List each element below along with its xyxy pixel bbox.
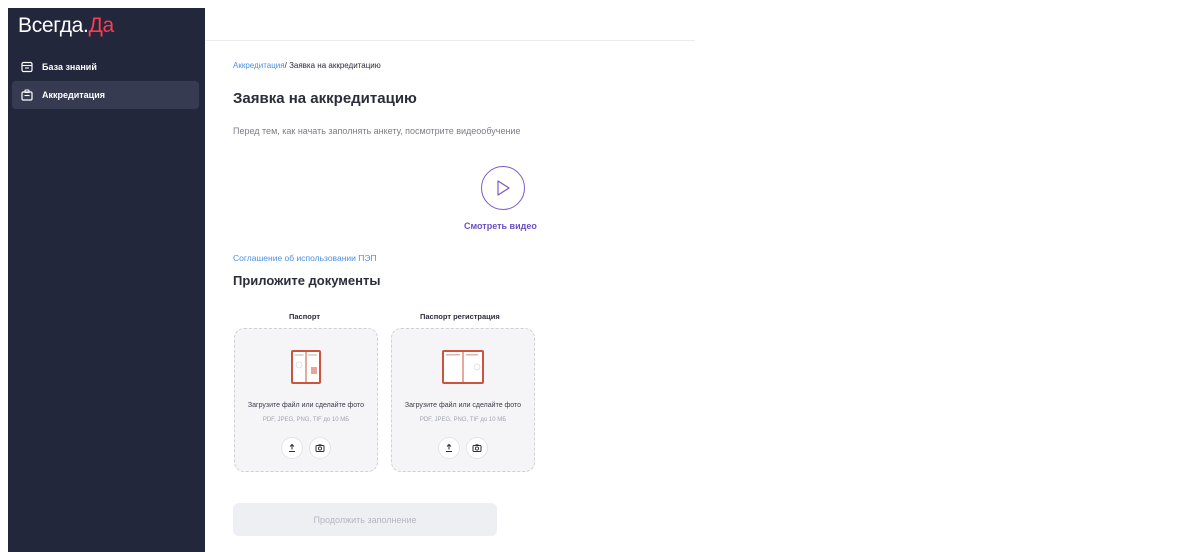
- breadcrumb-link-accreditation[interactable]: Аккредитация: [233, 61, 285, 70]
- breadcrumb-current: Заявка на аккредитацию: [286, 61, 381, 70]
- logo-text: Всегда: [18, 14, 84, 37]
- upload-hint: Загрузите файл или сделайте фото: [404, 402, 522, 409]
- passport-registration-label: Паспорт регистрация: [420, 312, 500, 321]
- upload-file-button[interactable]: [281, 437, 303, 459]
- watch-video-link[interactable]: Смотреть видео: [464, 221, 537, 231]
- take-photo-button[interactable]: [466, 437, 488, 459]
- logo[interactable]: Всегда.Да: [18, 14, 114, 38]
- page-subtitle: Перед тем, как начать заполнять анкету, …: [233, 126, 521, 136]
- sidebar-item-knowledge-base[interactable]: База знаний: [12, 53, 199, 81]
- sidebar-item-label: База знаний: [42, 62, 97, 72]
- upload-icon: [446, 443, 452, 452]
- page-title: Заявка на аккредитацию: [233, 90, 417, 107]
- accreditation-icon: [21, 89, 33, 101]
- play-video-button[interactable]: [481, 166, 525, 210]
- documents-title: Приложите документы: [233, 273, 381, 288]
- passport-upload-card[interactable]: Загрузите файл или сделайте фото PDF, JP…: [234, 328, 378, 472]
- upload-file-button[interactable]: [438, 437, 460, 459]
- play-icon: [497, 180, 510, 196]
- sidebar-item-accreditation[interactable]: Аккредитация: [12, 81, 199, 109]
- continue-button[interactable]: Продолжить заполнение: [233, 503, 497, 536]
- camera-icon: [315, 444, 325, 452]
- passport-registration-icon: [441, 349, 485, 390]
- breadcrumb: Аккредитация/ Заявка на аккредитацию: [233, 61, 381, 70]
- sidebar-item-label: Аккредитация: [42, 90, 105, 100]
- upload-formats: PDF, JPEG, PNG, TIF до 10 МБ: [262, 417, 350, 423]
- knowledge-base-icon: [21, 61, 33, 73]
- logo-accent: Да: [88, 14, 115, 37]
- upload-icon: [289, 443, 295, 452]
- sidebar: Всегда.Да База знаний Аккредитация: [8, 8, 205, 552]
- passport-registration-upload-card[interactable]: Загрузите файл или сделайте фото PDF, JP…: [391, 328, 535, 472]
- camera-icon: [472, 444, 482, 452]
- passport-icon: [290, 349, 322, 390]
- upload-hint: Загрузите файл или сделайте фото: [247, 402, 365, 409]
- take-photo-button[interactable]: [309, 437, 331, 459]
- upload-formats: PDF, JPEG, PNG, TIF до 10 МБ: [419, 417, 507, 423]
- passport-label: Паспорт: [289, 312, 320, 321]
- agreement-link[interactable]: Соглашение об использовании ПЭП: [233, 253, 377, 263]
- header-divider: [205, 40, 695, 41]
